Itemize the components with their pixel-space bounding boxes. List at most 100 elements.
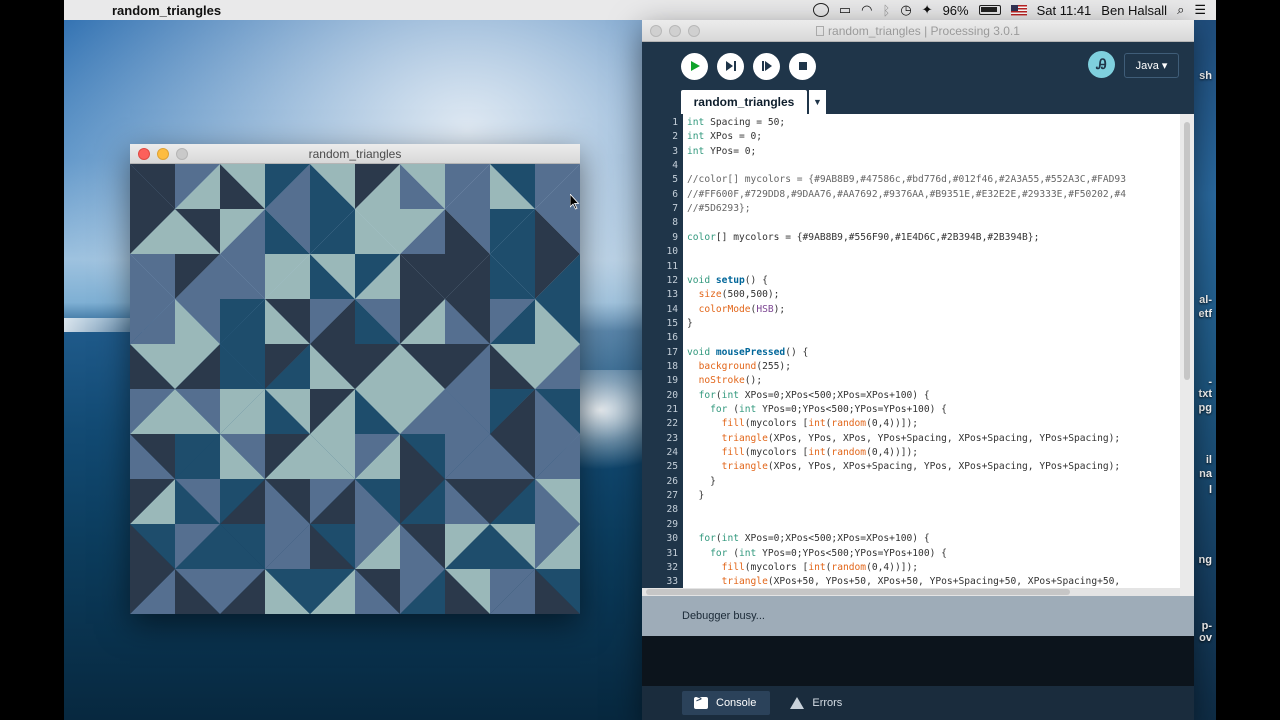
status-message: Debugger busy...	[682, 610, 765, 622]
code-token: (	[727, 547, 739, 559]
code-token: triangle	[721, 461, 768, 473]
code-line[interactable]	[683, 245, 687, 259]
code-line[interactable]	[683, 216, 687, 230]
line-number: 4	[672, 160, 678, 172]
horizontal-scroll-thumb[interactable]	[646, 589, 1070, 595]
stop-icon	[798, 62, 807, 70]
record-icon[interactable]	[812, 3, 829, 17]
display-icon[interactable]: ▭	[839, 2, 851, 18]
tab-console[interactable]: Console	[682, 691, 771, 715]
code-line[interactable]: }	[683, 489, 705, 503]
zoom-button[interactable]	[176, 147, 188, 160]
vpn-icon[interactable]: ✦	[922, 2, 933, 18]
code-line[interactable]: void mousePressed() {	[683, 346, 808, 360]
continue-button[interactable]	[753, 52, 780, 80]
line-number: 10	[666, 246, 678, 258]
code-line[interactable]: int YPos= 0;	[683, 145, 756, 159]
code-line[interactable]: //color[] mycolors = {#9AB8B9,#47586c,#b…	[683, 173, 1126, 187]
code-line[interactable]	[683, 503, 687, 517]
notification-center-icon[interactable]: ☰	[1194, 2, 1206, 18]
code-line[interactable]: int XPos = 0;	[683, 130, 762, 144]
line-number: 21	[666, 404, 678, 415]
tab-errors[interactable]: Errors	[778, 691, 856, 715]
code-line[interactable]: noStroke();	[683, 374, 763, 388]
code-line[interactable]: fill(mycolors [int(random(0,4))]);	[683, 561, 918, 575]
code-token: XPos=0;XPos<500;XPos=XPos+100) {	[739, 533, 930, 545]
code-line[interactable]: for(int XPos=0;XPos<500;XPos=XPos+100) {	[683, 389, 930, 403]
menu-user-name[interactable]: Ben Halsall	[1101, 3, 1167, 18]
minimize-button[interactable]	[157, 147, 169, 160]
debugger-toggle-icon[interactable]: Ꭿ	[1088, 51, 1115, 78]
code-token: (mycolors [	[744, 447, 809, 459]
code-line[interactable]: for (int YPos=0;YPos<500;YPos=YPos+100) …	[683, 403, 947, 417]
line-number: 1	[672, 117, 678, 128]
code-line[interactable]: int Spacing = 50;	[683, 116, 785, 130]
line-number: 13	[666, 289, 678, 301]
vertical-scroll-thumb[interactable]	[1184, 122, 1190, 380]
sketch-titlebar[interactable]: random_triangles	[130, 144, 580, 164]
code-line[interactable]: fill(mycolors [int(random(0,4))]);	[683, 417, 918, 431]
code-token: triangle	[721, 432, 768, 444]
code-line[interactable]: fill(mycolors [int(random(0,4))]);	[683, 446, 918, 460]
code-line[interactable]: for (int YPos=0;YPos<500;YPos=YPos+100) …	[683, 547, 947, 561]
code-token: size	[698, 289, 722, 301]
close-button[interactable]	[138, 147, 150, 160]
ide-minimize-button[interactable]	[669, 24, 681, 37]
horizontal-scrollbar[interactable]	[642, 588, 1180, 596]
code-line[interactable]: triangle(XPos, YPos, XPos+Spacing, YPos,…	[683, 460, 1121, 474]
code-token: (500,500);	[721, 289, 780, 301]
code-line[interactable]: void setup() {	[683, 274, 768, 288]
code-editor[interactable]: 1 2 3 4 5 6 7 8 9 10 11 12 13 14 15 16 17 18 19 20 21 22 23 24 2…	[642, 114, 1194, 602]
code-line[interactable]: }	[683, 475, 716, 489]
code-line[interactable]	[683, 331, 687, 345]
ide-titlebar[interactable]: random_triangles | Processing 3.0.1	[642, 20, 1194, 42]
spotlight-search-icon[interactable]: ⌕	[1177, 2, 1184, 18]
line-number: 16	[666, 332, 678, 344]
code-line[interactable]: //#5D6293};	[683, 202, 751, 216]
ide-zoom-button[interactable]	[688, 24, 700, 37]
code-line[interactable]	[683, 260, 687, 274]
code-line[interactable]: //#FF600F,#729DD8,#9DAA76,#AA7692,#9376A…	[683, 188, 1126, 202]
code-token: (0,4))]);	[866, 447, 919, 459]
code-line[interactable]: }	[683, 317, 693, 331]
battery-percent[interactable]: 96%	[943, 3, 969, 18]
line-number: 23	[666, 432, 678, 444]
code-token: ();	[744, 375, 763, 387]
code-token: void	[687, 346, 711, 358]
code-line[interactable]: triangle(XPos, YPos, XPos, YPos+Spacing,…	[683, 432, 1121, 446]
code-line[interactable]: color[] mycolors = {#9AB8B9,#556F90,#1E4…	[683, 231, 1039, 245]
time-machine-icon[interactable]: ◷	[900, 2, 911, 18]
step-button[interactable]	[717, 52, 744, 80]
vertical-scrollbar[interactable]	[1180, 114, 1194, 596]
line-number: 27	[666, 490, 678, 502]
code-token: random	[831, 418, 867, 430]
tab-menu-arrow-icon[interactable]: ▼	[809, 90, 826, 114]
stop-button[interactable]	[789, 52, 816, 80]
battery-icon[interactable]	[978, 5, 1001, 15]
code-area[interactable]: int Spacing = 50; int XPos = 0; int YPos= …	[683, 114, 1180, 596]
input-source-flag-icon[interactable]	[1010, 4, 1027, 16]
menu-clock[interactable]: Sat 11:41	[1037, 3, 1092, 18]
code-token: (	[727, 404, 739, 415]
line-number: 15	[666, 317, 678, 329]
mode-select[interactable]: Java ▾	[1124, 53, 1179, 78]
code-line[interactable]	[683, 159, 687, 173]
run-button[interactable]	[681, 52, 708, 80]
code-line[interactable]: background(255);	[683, 360, 791, 374]
code-line[interactable]	[683, 518, 687, 532]
code-line[interactable]: colorMode(HSB);	[683, 303, 786, 317]
bluetooth-icon[interactable]: ᛒ	[883, 3, 891, 18]
ide-window-title: random_triangles | Processing 3.0.1	[828, 23, 1020, 38]
console-output[interactable]	[642, 636, 1194, 686]
wifi-icon[interactable]: ◠	[861, 2, 872, 18]
line-number: 32	[666, 561, 678, 573]
code-token: );	[773, 303, 786, 315]
code-token: (0,4))]);	[866, 418, 919, 430]
code-token: [] mycolors = {#9AB8B9,#556F90,#1E4D6C,#…	[715, 231, 1040, 243]
menu-app-name[interactable]: random_triangles	[112, 3, 221, 18]
code-line[interactable]: size(500,500);	[683, 288, 780, 302]
ide-close-button[interactable]	[650, 24, 662, 37]
code-line[interactable]: for(int XPos=0;XPos<500;XPos=XPos+100) {	[683, 532, 930, 546]
tab-random-triangles[interactable]: random_triangles	[681, 90, 807, 114]
sketch-canvas[interactable]	[130, 164, 580, 614]
